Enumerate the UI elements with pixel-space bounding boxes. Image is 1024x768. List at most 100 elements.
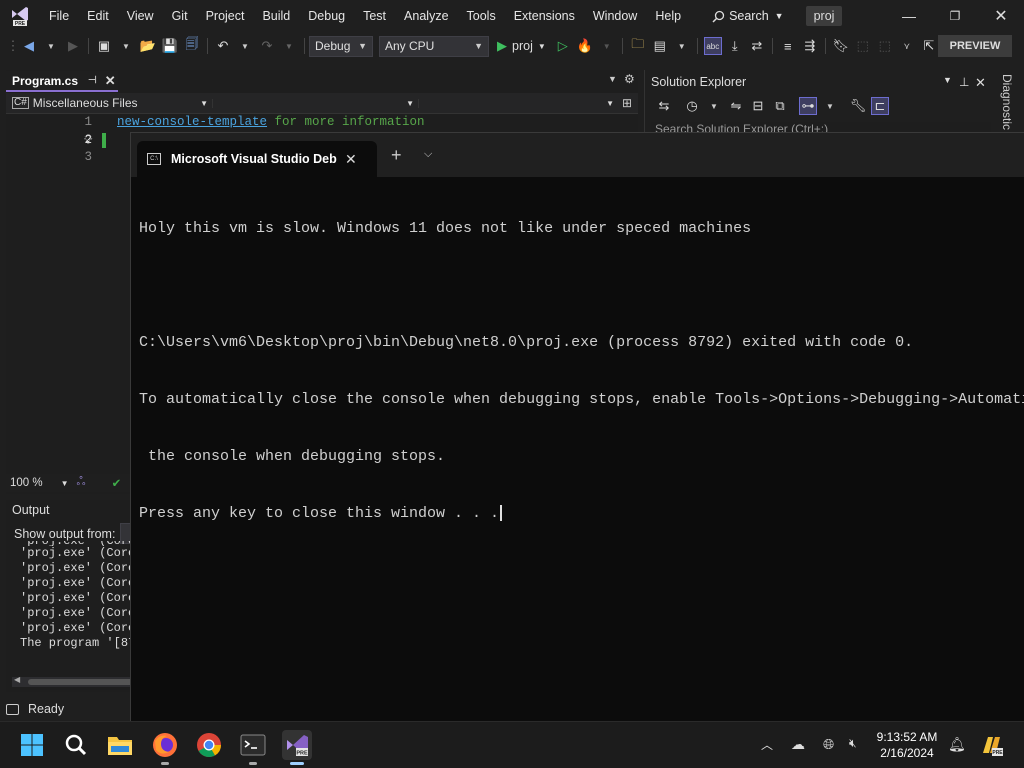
chevron-down-icon[interactable]: ⌵: [424, 148, 432, 161]
dropdown-icon[interactable]: ▼: [598, 37, 616, 55]
dropdown-icon[interactable]: ▼: [673, 37, 691, 55]
copilot-button[interactable]: PRE: [978, 732, 1004, 758]
window-position-dropdown-icon[interactable]: ▼: [943, 75, 952, 85]
minimize-button[interactable]: —: [886, 0, 932, 32]
search-button[interactable]: Search ▼: [704, 9, 792, 23]
code-link[interactable]: new-console-template: [117, 115, 267, 129]
folder-view-icon[interactable]: 🗀: [629, 36, 647, 55]
taskbar-search-button[interactable]: [61, 730, 91, 760]
type-dropdown[interactable]: ▼: [212, 98, 418, 108]
close-window-button[interactable]: ✕: [978, 0, 1024, 32]
zoom-level[interactable]: 100 %: [10, 477, 43, 489]
gear-icon[interactable]: ⚙: [624, 72, 635, 86]
dropdown-icon[interactable]: ▼: [236, 37, 254, 55]
switch-views-icon[interactable]: ⇆: [655, 97, 673, 115]
navigate-back-icon[interactable]: ◀: [20, 37, 38, 55]
new-project-icon[interactable]: ▣: [95, 37, 113, 55]
preview-selected-icon[interactable]: ⊏: [871, 97, 889, 115]
console-tab[interactable]: C:\ Microsoft Visual Studio Debug Consol…: [137, 141, 377, 177]
hot-reload-icon[interactable]: 🔥: [576, 37, 594, 55]
chevron-down-icon[interactable]: ▼: [61, 479, 69, 488]
undo-icon[interactable]: ↶: [214, 37, 232, 55]
document-tab[interactable]: Program.cs ⊣ ✕: [6, 71, 118, 92]
visual-studio-app[interactable]: PRE: [282, 730, 312, 765]
toolbar-options-icon[interactable]: ⋎: [898, 37, 916, 55]
scrollbar-thumb[interactable]: [28, 679, 138, 685]
horizontal-scrollbar[interactable]: ◀: [12, 675, 138, 687]
close-icon[interactable]: ✕: [105, 73, 116, 89]
menu-analyze[interactable]: Analyze: [395, 0, 457, 32]
solution-platform-dropdown[interactable]: Any CPU ▼: [379, 35, 489, 57]
comment-lines-icon[interactable]: ≡: [779, 37, 797, 55]
split-window-icon[interactable]: ⊞: [622, 96, 632, 110]
console-output[interactable]: Holy this vm is slow. Windows 11 does no…: [139, 181, 1024, 561]
menu-help[interactable]: Help: [646, 0, 690, 32]
start-without-debugging-icon[interactable]: ▷: [554, 37, 572, 55]
intellicode-icon[interactable]: ஃ: [77, 476, 86, 490]
uncomment-lines-icon[interactable]: ⇶: [801, 37, 819, 55]
scroll-left-icon[interactable]: ◀: [14, 675, 20, 684]
menu-build[interactable]: Build: [253, 0, 299, 32]
save-all-icon[interactable]: 🗐: [183, 36, 201, 55]
chrome-app[interactable]: [194, 730, 224, 760]
bookmark-icon[interactable]: 🔖︎: [832, 37, 850, 55]
navigate-forward-icon[interactable]: ▶: [64, 37, 82, 55]
terminal-app[interactable]: [238, 730, 268, 765]
file-explorer-app[interactable]: [105, 730, 135, 760]
show-all-files-icon[interactable]: ⧉: [771, 97, 789, 115]
notification-bell-icon[interactable]: 🔔︎: [948, 736, 966, 753]
menu-git[interactable]: Git: [163, 0, 197, 32]
dropdown-icon[interactable]: ▼: [705, 97, 723, 115]
solution-name-badge[interactable]: proj: [805, 6, 843, 26]
new-tab-icon[interactable]: +: [391, 145, 402, 166]
show-hidden-icons-icon[interactable]: ︿: [761, 736, 773, 753]
previous-bookmark-icon[interactable]: ⬚: [854, 37, 872, 55]
speaker-muted-icon[interactable]: 🔇︎: [849, 736, 857, 751]
onedrive-icon[interactable]: ☁: [791, 736, 805, 753]
code-line-1[interactable]: new-console-template for more informatio…: [117, 115, 425, 129]
redo-icon[interactable]: ↷: [258, 37, 276, 55]
spell-check-icon[interactable]: abc: [703, 37, 722, 55]
menu-project[interactable]: Project: [197, 0, 254, 32]
solution-configuration-dropdown[interactable]: Debug ▼: [309, 35, 373, 57]
layout-icon[interactable]: ▤: [651, 37, 669, 55]
step-over-icon[interactable]: ⇄: [748, 37, 766, 55]
collapse-all-icon[interactable]: ⊟: [749, 97, 767, 115]
member-dropdown[interactable]: ▼: [418, 98, 618, 108]
sync-icon[interactable]: ⇋: [727, 97, 745, 115]
firefox-app[interactable]: [150, 730, 180, 765]
next-bookmark-icon[interactable]: ⬚: [876, 37, 894, 55]
menu-edit[interactable]: Edit: [78, 0, 118, 32]
restore-button[interactable]: ❐: [932, 0, 978, 32]
start-debugging-button[interactable]: ▶ proj ▼: [497, 38, 546, 54]
dropdown-icon[interactable]: ▼: [280, 37, 298, 55]
live-share-icon[interactable]: ⇱: [920, 37, 938, 55]
menu-file[interactable]: File: [40, 0, 78, 32]
pin-icon[interactable]: ⊣: [88, 75, 97, 86]
dropdown-icon[interactable]: ▼: [821, 97, 839, 115]
menu-extensions[interactable]: Extensions: [505, 0, 584, 32]
step-into-icon[interactable]: ⤓: [726, 37, 744, 55]
close-icon[interactable]: ✕: [975, 75, 986, 91]
no-issues-icon[interactable]: ✔: [112, 476, 122, 490]
close-tab-icon[interactable]: ✕: [345, 151, 357, 168]
menu-debug[interactable]: Debug: [299, 0, 354, 32]
menu-tools[interactable]: Tools: [458, 0, 505, 32]
menu-view[interactable]: View: [118, 0, 163, 32]
menu-test[interactable]: Test: [354, 0, 395, 32]
properties-icon[interactable]: 🔧︎: [849, 97, 867, 115]
filter-icon[interactable]: ⊶: [799, 97, 817, 115]
preview-button[interactable]: PREVIEW: [938, 35, 1012, 57]
dropdown-icon[interactable]: ▼: [117, 37, 135, 55]
save-icon[interactable]: 💾: [161, 37, 179, 55]
lightbulb-icon[interactable]: 💡︎: [84, 133, 92, 148]
dropdown-icon[interactable]: ▼: [42, 37, 60, 55]
pin-icon[interactable]: ⊥: [959, 75, 969, 89]
menu-window[interactable]: Window: [584, 0, 646, 32]
open-file-icon[interactable]: 📂: [139, 37, 157, 55]
project-dropdown[interactable]: C# Miscellaneous Files ▼: [6, 96, 212, 110]
network-icon[interactable]: 🌐︎: [823, 736, 834, 753]
start-button[interactable]: [17, 730, 47, 760]
system-clock[interactable]: 9:13:52 AM 2/16/2024: [874, 729, 940, 761]
visual-studio-logo-icon[interactable]: PRE: [10, 6, 30, 26]
